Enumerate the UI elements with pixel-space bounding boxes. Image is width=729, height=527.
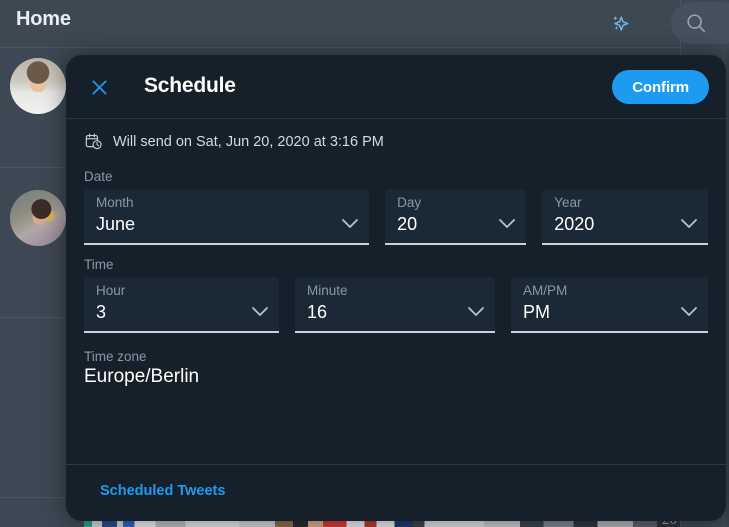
ampm-select-value: PM xyxy=(523,302,550,323)
avatar[interactable] xyxy=(10,190,66,246)
modal-header: Schedule Confirm xyxy=(66,55,726,119)
hour-select[interactable]: Hour 3 xyxy=(84,277,279,333)
day-select-value: 20 xyxy=(397,214,417,235)
modal-footer: Scheduled Tweets xyxy=(66,464,726,521)
date-section-label: Date xyxy=(84,169,708,184)
hour-select-value: 3 xyxy=(96,302,106,323)
avatar-photo xyxy=(10,58,66,114)
timezone-label: Time zone xyxy=(84,349,708,364)
will-send-row: Will send on Sat, Jun 20, 2020 at 3:16 P… xyxy=(84,119,708,157)
modal-title: Schedule xyxy=(144,74,236,98)
chevron-down-icon xyxy=(680,216,698,234)
year-select[interactable]: Year 2020 xyxy=(542,189,708,245)
app-root: 20 Home xyxy=(0,0,729,527)
month-select-value: June xyxy=(96,214,135,235)
day-select[interactable]: Day 20 xyxy=(385,189,526,245)
close-x-icon[interactable] xyxy=(84,72,114,102)
scheduled-tweets-link[interactable]: Scheduled Tweets xyxy=(100,483,225,499)
avatar[interactable] xyxy=(10,58,66,114)
date-field-row: Month June Day 20 xyxy=(84,189,708,245)
schedule-modal: Schedule Confirm Will send on Sat, Jun 2… xyxy=(66,55,726,521)
year-select-value: 2020 xyxy=(554,214,594,235)
minute-select[interactable]: Minute 16 xyxy=(295,277,495,333)
month-select-label: Month xyxy=(96,195,134,210)
home-topbar: Home xyxy=(0,0,681,48)
month-select[interactable]: Month June xyxy=(84,189,369,245)
minute-select-value: 16 xyxy=(307,302,327,323)
will-send-text: Will send on Sat, Jun 20, 2020 at 3:16 P… xyxy=(113,134,384,150)
year-select-label: Year xyxy=(554,195,581,210)
confirm-button[interactable]: Confirm xyxy=(612,70,709,104)
ampm-select[interactable]: AM/PM PM xyxy=(511,277,708,333)
modal-body: Will send on Sat, Jun 20, 2020 at 3:16 P… xyxy=(66,119,726,388)
timezone-value: Europe/Berlin xyxy=(84,366,708,388)
page-title: Home xyxy=(16,8,71,31)
minute-select-label: Minute xyxy=(307,283,348,298)
chevron-down-icon xyxy=(467,304,485,322)
time-section-label: Time xyxy=(84,257,708,272)
chevron-down-icon xyxy=(341,216,359,234)
sparkle-icon[interactable] xyxy=(599,4,639,44)
chevron-down-icon xyxy=(498,216,516,234)
avatar-photo xyxy=(10,190,66,246)
search-input[interactable] xyxy=(671,2,729,44)
chevron-down-icon xyxy=(680,304,698,322)
search-icon xyxy=(685,12,707,34)
day-select-label: Day xyxy=(397,195,421,210)
hour-select-label: Hour xyxy=(96,283,125,298)
calendar-clock-icon xyxy=(84,132,103,151)
chevron-down-icon xyxy=(251,304,269,322)
time-field-row: Hour 3 Minute 16 xyxy=(84,277,708,333)
ampm-select-label: AM/PM xyxy=(523,283,567,298)
